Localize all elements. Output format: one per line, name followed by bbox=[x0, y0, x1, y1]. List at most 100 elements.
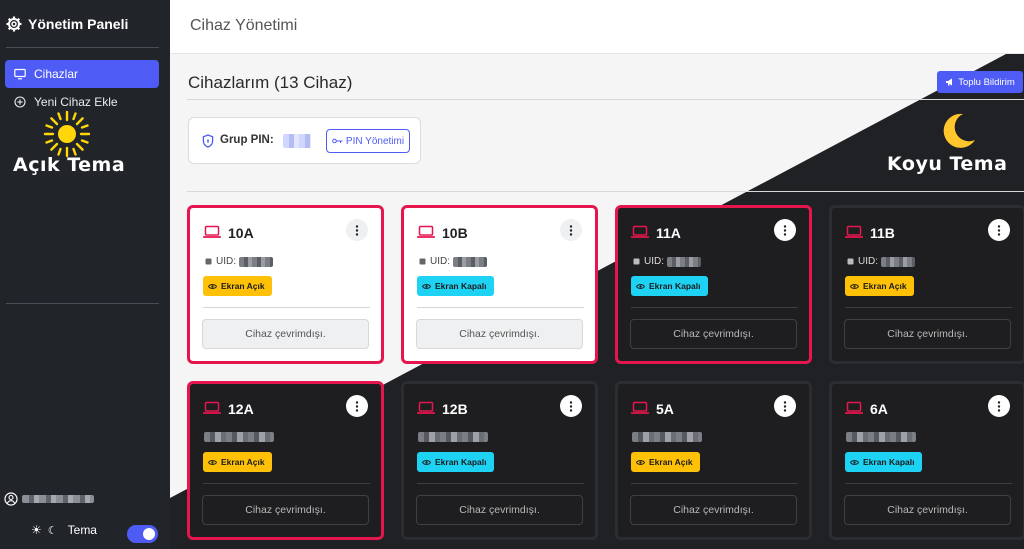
device-card[interactable]: 12B Ekran Kapalı Cihaz çevrimdışı. bbox=[401, 381, 598, 540]
sun-small-icon: ☀ bbox=[31, 523, 42, 537]
kebab-icon bbox=[997, 224, 1001, 236]
pin-label: Grup PIN: bbox=[220, 134, 274, 146]
device-card[interactable]: 6A Ekran Kapalı Cihaz çevrimdışı. bbox=[829, 381, 1024, 540]
eye-icon bbox=[208, 459, 217, 465]
device-offline-button[interactable]: Cihaz çevrimdışı. bbox=[202, 319, 369, 349]
sidebar: Yönetim Paneli Cihazlar Yeni Cihaz Ekle … bbox=[0, 0, 170, 549]
device-offline-button[interactable]: Cihaz çevrimdışı. bbox=[630, 319, 797, 349]
plus-circle-icon bbox=[14, 96, 26, 108]
screen-status-badge: Ekran Kapalı bbox=[845, 452, 922, 472]
device-offline-button[interactable]: Cihaz çevrimdışı. bbox=[202, 495, 369, 525]
uid-value-redacted bbox=[453, 256, 487, 267]
device-menu-button[interactable] bbox=[560, 219, 582, 241]
device-card[interactable]: 11A UID: Ekran Kapalı Cihaz çevrimdışı. bbox=[615, 205, 812, 364]
device-menu-button[interactable] bbox=[346, 219, 368, 241]
user-name-redacted bbox=[22, 495, 94, 503]
theme-label: Tema bbox=[67, 523, 97, 537]
device-card[interactable]: 11B UID: Ekran Açık Cihaz çevrimdışı. bbox=[829, 205, 1024, 364]
device-menu-button[interactable] bbox=[988, 395, 1010, 417]
device-card[interactable]: 10A UID: Ekran Açık Cihaz çevrimdışı. bbox=[187, 205, 384, 364]
card-divider bbox=[631, 483, 798, 484]
page-title: Cihaz Yönetimi bbox=[190, 17, 298, 34]
group-pin-panel: Grup PIN: PIN Yönetimi bbox=[188, 117, 421, 164]
screen-status-badge: Ekran Açık bbox=[631, 452, 700, 472]
kebab-icon bbox=[569, 400, 573, 412]
theme-switcher: ☀ ☾ Tema bbox=[31, 523, 97, 537]
device-card[interactable]: 5A Ekran Açık Cihaz çevrimdışı. bbox=[615, 381, 812, 540]
pin-value-redacted bbox=[283, 134, 311, 148]
device-offline-button[interactable]: Cihaz çevrimdışı. bbox=[416, 495, 583, 525]
card-divider bbox=[417, 483, 584, 484]
dark-theme-annotation: Koyu Tema bbox=[887, 153, 1008, 175]
screen-status-badge: Ekran Kapalı bbox=[631, 276, 708, 296]
laptop-icon bbox=[417, 225, 435, 238]
pin-manage-label: PIN Yönetimi bbox=[345, 135, 405, 147]
device-card[interactable]: 10B UID: Ekran Kapalı Cihaz çevrimdışı. bbox=[401, 205, 598, 364]
uid-value-redacted bbox=[632, 432, 702, 442]
pin-manage-button[interactable]: PIN Yönetimi bbox=[326, 129, 410, 153]
uid-value-redacted bbox=[846, 432, 916, 442]
screen-status-label: Ekran Kapalı bbox=[435, 457, 487, 467]
eye-icon bbox=[208, 283, 217, 289]
screen-status-badge: Ekran Kapalı bbox=[417, 276, 494, 296]
device-offline-button[interactable]: Cihaz çevrimdışı. bbox=[630, 495, 797, 525]
uid-label: UID: bbox=[216, 256, 236, 267]
key-icon bbox=[332, 138, 343, 144]
monitor-icon bbox=[14, 68, 26, 80]
device-offline-button[interactable]: Cihaz çevrimdışı. bbox=[844, 495, 1011, 525]
topbar: Cihaz Yönetimi bbox=[170, 0, 1024, 54]
section-divider bbox=[187, 191, 1024, 192]
device-uid: UID: bbox=[846, 256, 915, 267]
kebab-icon bbox=[355, 224, 359, 236]
moon-small-icon: ☾ bbox=[47, 524, 58, 537]
device-menu-button[interactable] bbox=[560, 395, 582, 417]
card-divider bbox=[203, 307, 370, 308]
brand-title: Yönetim Paneli bbox=[28, 16, 129, 32]
eye-icon bbox=[422, 459, 431, 465]
screen-status-badge: Ekran Açık bbox=[203, 276, 272, 296]
bulk-notify-button[interactable]: Toplu Bildirim bbox=[937, 71, 1023, 93]
device-name: 10A bbox=[228, 225, 254, 241]
theme-toggle[interactable] bbox=[127, 525, 158, 543]
screen-status-label: Ekran Kapalı bbox=[649, 281, 701, 291]
screen-status-label: Ekran Açık bbox=[863, 281, 907, 291]
kebab-icon bbox=[783, 400, 787, 412]
device-offline-button[interactable]: Cihaz çevrimdışı. bbox=[416, 319, 583, 349]
sidebar-item-label: Yeni Cihaz Ekle bbox=[34, 95, 118, 109]
uid-value-redacted bbox=[418, 432, 488, 442]
heading-divider bbox=[187, 99, 1024, 100]
device-card[interactable]: 12A Ekran Açık Cihaz çevrimdışı. bbox=[187, 381, 384, 540]
moon-icon bbox=[943, 113, 975, 148]
device-menu-button[interactable] bbox=[774, 395, 796, 417]
device-offline-button[interactable]: Cihaz çevrimdışı. bbox=[844, 319, 1011, 349]
card-divider bbox=[203, 483, 370, 484]
device-name: 12B bbox=[442, 401, 468, 417]
uid-value-redacted bbox=[667, 256, 701, 267]
laptop-icon bbox=[631, 401, 649, 414]
brand[interactable]: Yönetim Paneli bbox=[6, 12, 128, 36]
sidebar-item-devices[interactable]: Cihazlar bbox=[5, 60, 159, 88]
screen-status-label: Ekran Kapalı bbox=[863, 457, 915, 467]
device-menu-button[interactable] bbox=[346, 395, 368, 417]
uid-label: UID: bbox=[858, 256, 878, 267]
toggle-knob bbox=[143, 528, 155, 540]
device-name: 6A bbox=[870, 401, 888, 417]
device-name: 5A bbox=[656, 401, 674, 417]
device-menu-button[interactable] bbox=[774, 219, 796, 241]
eye-icon bbox=[422, 283, 431, 289]
chip-icon bbox=[847, 258, 854, 265]
kebab-icon bbox=[997, 400, 1001, 412]
screen-status-badge: Ekran Açık bbox=[203, 452, 272, 472]
eye-icon bbox=[850, 459, 859, 465]
card-divider bbox=[845, 307, 1012, 308]
user-menu[interactable] bbox=[4, 492, 94, 506]
screen-status-label: Ekran Açık bbox=[221, 281, 265, 291]
eye-icon bbox=[850, 283, 859, 289]
device-name: 12A bbox=[228, 401, 254, 417]
sidebar-item-label: Cihazlar bbox=[34, 67, 79, 81]
sidebar-divider bbox=[6, 47, 159, 48]
device-uid: UID: bbox=[204, 256, 273, 267]
shield-icon bbox=[202, 134, 214, 148]
device-menu-button[interactable] bbox=[988, 219, 1010, 241]
screen-status-label: Ekran Açık bbox=[221, 457, 265, 467]
